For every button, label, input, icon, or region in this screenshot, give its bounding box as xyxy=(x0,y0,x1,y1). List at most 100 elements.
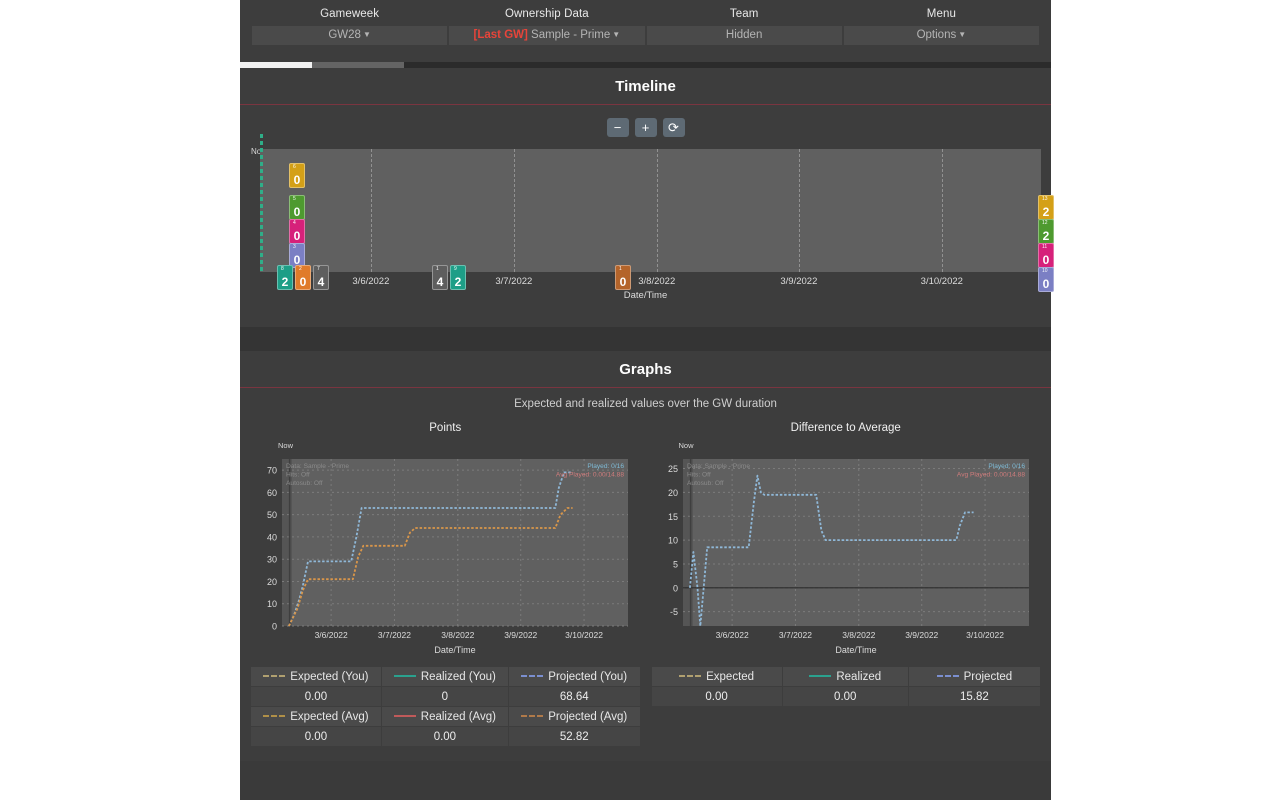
svg-text:3/6/2022: 3/6/2022 xyxy=(715,630,748,640)
timeline-gridline xyxy=(941,149,943,272)
legend-label-text: Projected (Avg) xyxy=(548,710,628,723)
legend-label-text: Projected (You) xyxy=(548,670,628,683)
app-window: Gameweek GW28 ▼ Ownership Data [Last GW] Sam… xyxy=(240,0,1054,800)
svg-text:50: 50 xyxy=(267,510,277,520)
legend-label-text: Expected (You) xyxy=(290,670,369,683)
timeline-event-chip[interactable]: 50 xyxy=(289,195,305,220)
chip-value: 0 xyxy=(293,229,301,243)
control-group-ownership-data: Ownership Data [Last GW] Sample - Prime ▼ xyxy=(449,8,645,62)
svg-text:Played: 0/16: Played: 0/16 xyxy=(587,463,624,470)
scrollbar-track[interactable] xyxy=(404,62,1051,68)
legend-cell-label[interactable]: Projected (Avg) xyxy=(508,707,640,726)
timeline-plot-area[interactable]: 6 0 5 0 4 0 3 0 8 2 2 0 7 4 1 4 9 2 1 0 13 2 12 2 11 0 10 0 xyxy=(260,134,1054,292)
control-group-team: Team Hidden xyxy=(646,8,842,62)
legend-table: Expected (You) Realized (You) Projected (Y… xyxy=(250,666,641,747)
svg-text:Hits: Off: Hits: Off xyxy=(687,472,711,479)
svg-text:0: 0 xyxy=(672,583,677,593)
timeline-event-chip[interactable]: 60 xyxy=(289,163,305,188)
chip-index: 6 xyxy=(293,164,296,170)
legend-swatch-icon xyxy=(393,714,416,717)
timeline-gridline xyxy=(798,149,800,272)
legend-value-row: 0.00 0 68.64 xyxy=(251,687,640,706)
legend-swatch-icon xyxy=(263,674,286,677)
chart-now-label: Now xyxy=(678,441,694,450)
chip-index: 5 xyxy=(293,196,296,202)
legend-cell-value: 15.82 xyxy=(908,687,1040,706)
svg-text:Played: 0/16: Played: 0/16 xyxy=(988,463,1025,470)
timeline-event-chip[interactable]: 40 xyxy=(289,219,305,244)
charts-row: Points Now 0 10 20 30 40 50 60 70 3/6/2022 3/7/2022… xyxy=(240,422,1051,656)
chart-plot-points[interactable]: Now 0 10 20 30 40 50 60 70 3/6/2022 3/7/2022 3/8/20… xyxy=(250,441,641,656)
svg-text:5: 5 xyxy=(672,559,677,569)
timeline-gridline xyxy=(370,149,372,272)
legend-cell-value: 0.00 xyxy=(782,687,908,706)
timeline-axis-tick: 3/9/2022 xyxy=(780,276,818,287)
legend-label-text: Expected xyxy=(706,670,755,683)
legend-cell-label[interactable]: Expected xyxy=(651,667,782,686)
svg-text:Date/Time: Date/Time xyxy=(434,645,475,655)
top-control-bar: Gameweek GW28 ▼ Ownership Data [Last GW] Sam… xyxy=(240,0,1051,62)
timeline-x-axis: 3/6/2022 3/7/2022 3/8/2022 3/9/2022 3/10/202… xyxy=(260,272,1041,288)
horizontal-scrollbar[interactable] xyxy=(240,62,1051,68)
timeline-chart[interactable]: Now 6 0 5 0 4 0 3 0 8 2 2 0 7 4 1 4 9 2 1 0 13 2 12 2 11 0 10 0 3/6… xyxy=(240,134,1054,301)
timeline-event-chip[interactable]: 13 2 xyxy=(1038,195,1054,220)
svg-text:10: 10 xyxy=(667,536,677,546)
control-group-gameweek: Gameweek GW28 ▼ xyxy=(252,8,448,62)
chevron-down-icon: ▼ xyxy=(958,30,967,39)
legend-label-text: Realized (Avg) xyxy=(420,710,496,723)
chip-index: 10 xyxy=(1042,268,1048,274)
timeline-event-chip[interactable]: 11 0 xyxy=(1038,243,1054,268)
chip-index: 12 xyxy=(1042,220,1048,226)
ownership-data-value: Sample - Prime xyxy=(531,29,611,41)
svg-text:Avg Played: 0.00/14.88: Avg Played: 0.00/14.88 xyxy=(956,472,1024,479)
svg-text:Hits: Off: Hits: Off xyxy=(286,472,310,479)
chart-title-difference-to-average: Difference to Average xyxy=(790,422,901,434)
menu-dropdown[interactable]: Options ▼ xyxy=(843,26,1039,45)
chart-difference-to-average: Difference to Average Now -5 0 5 10 15 20 25 3/6/… xyxy=(651,422,1042,656)
chart-now-label: Now xyxy=(278,441,294,450)
legend-cell-label[interactable]: Realized (Avg) xyxy=(381,707,508,726)
legend-cell-label[interactable]: Projected xyxy=(908,667,1040,686)
scrollbar-track-secondary[interactable] xyxy=(312,62,404,68)
graphs-subtitle: Expected and realized values over the GW… xyxy=(240,388,1051,422)
timeline-event-chip[interactable]: 12 2 xyxy=(1038,219,1054,244)
legend-label-text: Realized xyxy=(836,670,882,683)
legend-cell-label[interactable]: Expected (You) xyxy=(251,667,381,686)
chevron-down-icon: ▼ xyxy=(362,30,371,39)
chart-svg-difference-to-average: -5 0 5 10 15 20 25 3/6/2022 3/7/2022 3/8/2022 3/9/… xyxy=(667,459,1029,655)
team-label: Team xyxy=(729,8,759,20)
scrollbar-thumb[interactable] xyxy=(240,62,312,68)
svg-text:60: 60 xyxy=(267,488,277,498)
zoom-out-button[interactable]: − xyxy=(606,118,629,137)
panel-gap xyxy=(240,327,1051,351)
legend-cell-label[interactable]: Realized (You) xyxy=(381,667,508,686)
legend-row: Expected (You) Realized (You) Projected (Y… xyxy=(240,656,1051,747)
legend-swatch-icon xyxy=(809,674,832,677)
chip-index: 3 xyxy=(293,244,296,250)
svg-text:3/8/2022: 3/8/2022 xyxy=(441,630,474,640)
team-dropdown[interactable]: Hidden xyxy=(646,26,842,45)
ownership-data-prefix: [Last GW] xyxy=(473,29,532,41)
chart-plot-difference-to-average[interactable]: Now -5 0 5 10 15 20 25 3/6/2022 3/7/2022 3/8/2022 3… xyxy=(651,441,1042,656)
legend-cell-value: 0.00 xyxy=(251,727,381,746)
zoom-in-button[interactable]: + xyxy=(634,118,657,137)
legend-cell-value: 52.82 xyxy=(508,727,640,746)
legend-header-row: Expected (You) Realized (You) Projected (Y… xyxy=(251,667,640,686)
legend-cell-value: 0.00 xyxy=(251,687,381,706)
svg-text:3/10/2022: 3/10/2022 xyxy=(966,630,1004,640)
ownership-data-dropdown[interactable]: [Last GW] Sample - Prime ▼ xyxy=(449,26,645,45)
legend-cell-label[interactable]: Expected (Avg) xyxy=(251,707,381,726)
svg-text:25: 25 xyxy=(667,464,677,474)
legend-cell-label[interactable]: Realized xyxy=(782,667,908,686)
svg-text:Autosub: Off: Autosub: Off xyxy=(286,480,323,487)
legend-label-text: Projected xyxy=(963,670,1013,683)
control-group-menu: Menu Options ▼ xyxy=(843,8,1039,62)
legend-cell-label[interactable]: Projected (You) xyxy=(508,667,640,686)
legend-header-row: Expected Realized Projected xyxy=(651,667,1040,686)
timeline-axis-tick: 3/8/2022 xyxy=(638,276,676,287)
chip-value: 0 xyxy=(1042,253,1050,267)
refresh-button[interactable]: ⟳ xyxy=(662,118,685,137)
gameweek-dropdown[interactable]: GW28 ▼ xyxy=(252,26,448,45)
legend-cell-value: 0.00 xyxy=(651,687,782,706)
svg-text:3/9/2022: 3/9/2022 xyxy=(905,630,938,640)
